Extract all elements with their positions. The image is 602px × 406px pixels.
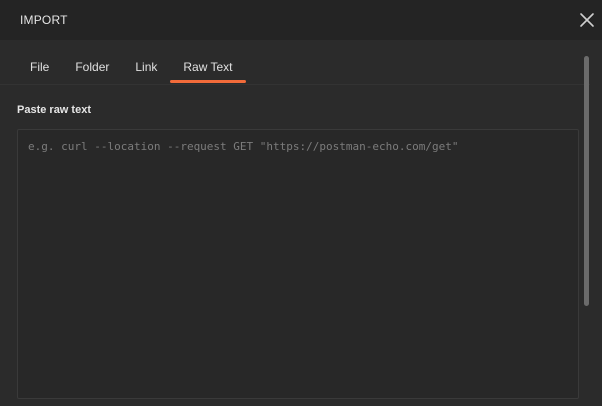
import-dialog: IMPORT File Folder Link Raw Text Paste r… [0, 0, 602, 406]
dialog-header: IMPORT [0, 0, 602, 40]
raw-text-label: Paste raw text [17, 104, 91, 116]
tab-label: Link [135, 60, 158, 74]
scrollbar-thumb[interactable] [584, 56, 589, 306]
close-icon [580, 13, 594, 27]
tab-link[interactable]: Link [122, 52, 170, 82]
tab-raw-text[interactable]: Raw Text [170, 52, 246, 83]
tab-label: Folder [75, 60, 110, 74]
tabs-divider [0, 84, 590, 85]
tab-label: File [30, 60, 50, 74]
close-button[interactable] [578, 11, 596, 29]
tab-file[interactable]: File [17, 52, 62, 82]
import-tabs: File Folder Link Raw Text [17, 52, 246, 84]
scrollbar[interactable] [584, 56, 589, 306]
raw-text-input[interactable] [17, 129, 579, 399]
dialog-title: IMPORT [20, 13, 68, 27]
tab-label: Raw Text [183, 60, 233, 74]
tab-folder[interactable]: Folder [62, 52, 122, 82]
